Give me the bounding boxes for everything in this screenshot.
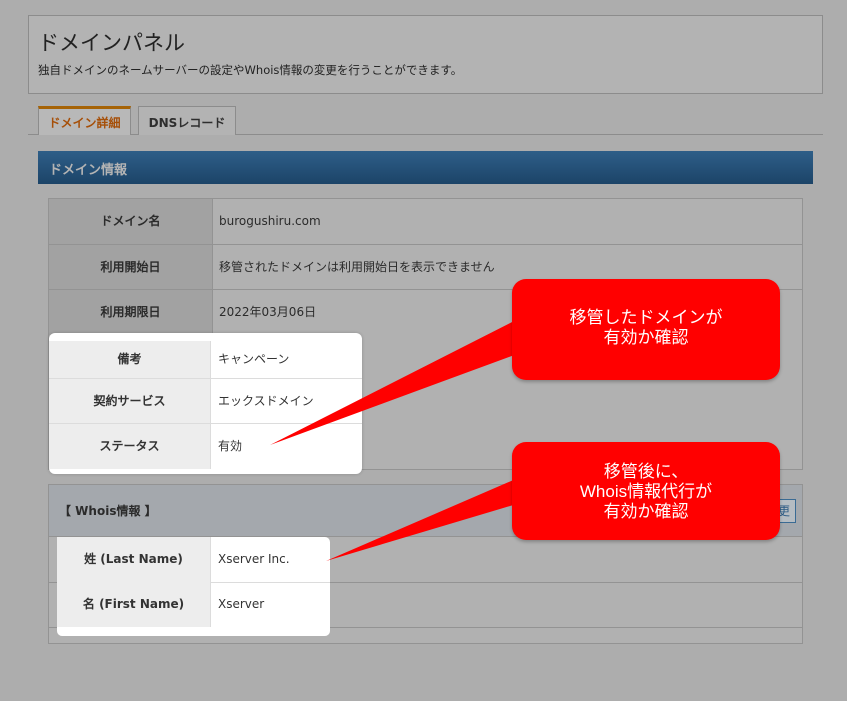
callout-pointer-2 — [326, 478, 530, 561]
callout-text: 有効か確認 — [603, 328, 689, 347]
callout-text: 移管したドメインが — [569, 308, 723, 327]
callout-text: 有効か確認 — [603, 502, 689, 521]
callout-transfer-check: 移管したドメインが 有効か確認 — [512, 279, 780, 380]
callout-whois-check: 移管後に、 Whois情報代行が 有効か確認 — [512, 442, 780, 540]
callout-text: Whois情報代行が — [579, 482, 713, 501]
callout-text: 移管後に、 — [603, 462, 689, 481]
